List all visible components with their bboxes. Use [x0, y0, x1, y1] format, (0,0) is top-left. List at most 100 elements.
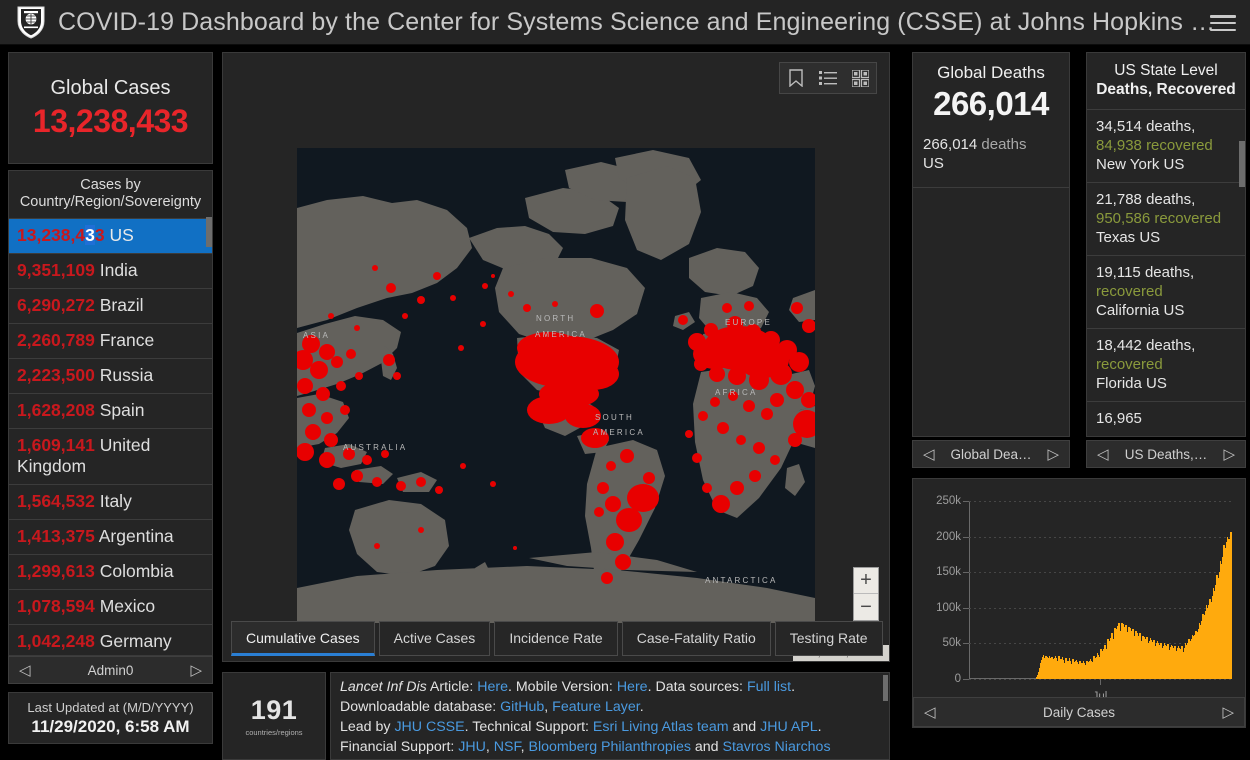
credits-scrollbar[interactable]: [883, 675, 888, 701]
us-states-header: US State Level Deaths, Recovered: [1087, 53, 1245, 109]
previous-arrow-icon[interactable]: ◁: [1097, 447, 1109, 462]
map-tab-cumulative-cases[interactable]: Cumulative Cases: [231, 621, 375, 656]
map-tab-bar: Cumulative Cases Active Cases Incidence Ra…: [231, 621, 883, 656]
daily-cases-chart-panel: 050k100k150k200k250kJul ◁ Daily Cases ▷: [912, 478, 1246, 728]
credits-panel[interactable]: Lancet Inf Dis Article: Here. Mobile Ver…: [330, 672, 890, 760]
us-states-list-item[interactable]: 18,442 deaths, recovered Florida US: [1087, 328, 1245, 401]
next-arrow-icon[interactable]: ▷: [1047, 447, 1059, 462]
global-deaths-nav[interactable]: ◁ Global Dea… ▷: [912, 440, 1070, 468]
cases-list-item[interactable]: 2,223,500 Russia: [9, 358, 212, 393]
us-states-list-item[interactable]: 21,788 deaths, 950,586 recovered Texas US: [1087, 182, 1245, 255]
map-tab-active-cases[interactable]: Active Cases: [378, 621, 491, 656]
state-deaths-count: 21,788: [1096, 191, 1142, 208]
state-recovered-count: 84,938: [1096, 137, 1142, 154]
us-states-panel: US State Level Deaths, Recovered 34,514 …: [1086, 52, 1246, 437]
cases-list-scrollbar[interactable]: [206, 217, 212, 247]
cases-list-item[interactable]: 6,290,272 Brazil: [9, 288, 212, 323]
cases-list-item[interactable]: 9,351,109 India: [9, 253, 212, 288]
global-deaths-nav-label: Global Dea…: [950, 446, 1032, 462]
cases-list-item-name: Germany: [94, 631, 172, 651]
state-deaths-count: 34,514: [1096, 118, 1142, 135]
previous-arrow-icon[interactable]: ◁: [19, 663, 31, 678]
us-states-nav[interactable]: ◁ US Deaths,… ▷: [1086, 440, 1246, 468]
global-cases-card: Global Cases 13,238,433: [8, 52, 213, 164]
map-tab-testing-rate[interactable]: Testing Rate: [774, 621, 883, 656]
last-updated-card: Last Updated at (M/D/YYYY) 11/29/2020, 6…: [8, 692, 213, 744]
lancet-here-link[interactable]: Here: [477, 679, 508, 695]
cases-list-item-count: 1,078,594: [17, 596, 95, 616]
chart-y-tick-mark: [963, 501, 969, 502]
full-list-link[interactable]: Full list: [747, 679, 791, 695]
chart-nav[interactable]: ◁ Daily Cases ▷: [913, 697, 1245, 727]
last-updated-label: Last Updated at (M/D/YYYY): [27, 699, 194, 715]
left-sidebar: Global Cases 13,238,433 Cases by Country…: [8, 52, 213, 744]
map-panel[interactable]: ASIA NORTH AMERICA SOUTH AMERICA EUROPE …: [222, 52, 890, 662]
map-tab-case-fatality-ratio[interactable]: Case-Fatality Ratio: [621, 621, 771, 656]
bookmark-icon[interactable]: [780, 63, 812, 93]
feature-layer-link[interactable]: Feature Layer: [552, 699, 640, 715]
cases-list[interactable]: 13,238,433 US 9,351,109 India 6,290,272 Br…: [9, 218, 212, 654]
bloomberg-link[interactable]: Bloomberg Philanthropies: [528, 739, 690, 755]
us-states-list-item[interactable]: 34,514 deaths, 84,938 recovered New York …: [1087, 109, 1245, 182]
cases-list-item-name: US: [104, 225, 134, 245]
daily-cases-chart[interactable]: 050k100k150k200k250kJul: [936, 495, 1232, 703]
us-states-header-line2: Deaths, Recovered: [1096, 81, 1236, 98]
state-deaths-count: 19,115: [1096, 264, 1141, 281]
jhu-link[interactable]: JHU: [458, 739, 486, 755]
map-zoom-controls: + −: [853, 567, 879, 621]
cases-list-item[interactable]: 1,609,141 United Kingdom: [9, 428, 212, 484]
basemap-gallery-icon[interactable]: [844, 63, 876, 93]
global-cases-value: 13,238,433: [32, 102, 189, 139]
map-tab-incidence-rate[interactable]: Incidence Rate: [494, 621, 618, 656]
jhu-csse-link[interactable]: JHU CSSE: [394, 719, 464, 735]
previous-arrow-icon[interactable]: ◁: [924, 705, 936, 720]
chart-title: Daily Cases: [1042, 704, 1116, 720]
cases-list-item[interactable]: 1,078,594 Mexico: [9, 589, 212, 624]
cases-list-item-name: India: [94, 260, 138, 280]
jhu-apl-link[interactable]: JHU APL: [760, 719, 818, 735]
next-arrow-icon[interactable]: ▷: [190, 663, 202, 678]
github-link[interactable]: GitHub: [500, 699, 544, 715]
map-toolbar: [779, 62, 877, 94]
us-states-list-item[interactable]: 19,115 deaths, recovered California US: [1087, 255, 1245, 328]
cases-list-item[interactable]: 13,238,433 US: [9, 218, 212, 253]
hamburger-menu-icon[interactable]: [1210, 13, 1236, 33]
next-arrow-icon[interactable]: ▷: [1222, 705, 1234, 720]
us-states-header-line1: US State Level: [1114, 62, 1218, 79]
us-states-list-item[interactable]: 16,965: [1087, 401, 1245, 436]
mobile-here-link[interactable]: Here: [617, 679, 648, 695]
cases-list-nav[interactable]: ◁ Admin0 ▷: [8, 656, 213, 684]
global-deaths-row[interactable]: 266,014 deaths US: [913, 123, 1069, 188]
cases-list-item[interactable]: 1,413,375 Argentina: [9, 519, 212, 554]
state-deaths-count: 16,965: [1096, 410, 1142, 427]
cases-list-item[interactable]: 1,564,532 Italy: [9, 484, 212, 519]
esri-living-atlas-link[interactable]: Esri Living Atlas team: [593, 719, 729, 735]
chart-y-tick-label: 100k: [936, 601, 961, 614]
last-updated-value: 11/29/2020, 6:58 AM: [31, 716, 190, 736]
cases-list-item[interactable]: 1,042,248 Germany: [9, 624, 212, 654]
johns-hopkins-shield-logo: [17, 6, 45, 39]
legend-icon[interactable]: [812, 63, 844, 93]
nsf-link[interactable]: NSF: [494, 739, 521, 755]
global-deaths-detail-word: deaths: [981, 136, 1027, 153]
world-map[interactable]: ASIA NORTH AMERICA SOUTH AMERICA EUROPE …: [297, 148, 815, 623]
us-states-scrollbar[interactable]: [1239, 141, 1245, 187]
chart-y-tick-mark: [963, 572, 969, 574]
cases-list-nav-label: Admin0: [87, 662, 134, 678]
chart-y-tick-mark: [963, 679, 969, 680]
global-deaths-value: 266,014: [933, 85, 1049, 122]
app-header: COVID-19 Dashboard by the Center for Sys…: [0, 0, 1250, 45]
us-states-list[interactable]: 34,514 deaths, 84,938 recovered New York …: [1087, 109, 1245, 436]
chart-gridline: [969, 572, 1231, 574]
chart-y-tick-label: 50k: [942, 637, 961, 650]
cases-list-item[interactable]: 2,260,789 France: [9, 323, 212, 358]
previous-arrow-icon[interactable]: ◁: [923, 447, 935, 462]
zoom-out-button[interactable]: −: [854, 594, 878, 620]
cases-list-item[interactable]: 1,299,613 Colombia: [9, 554, 212, 589]
cases-list-item[interactable]: 1,628,208 Spain: [9, 393, 212, 428]
cases-list-item-count: 6,290,272: [17, 295, 95, 315]
cases-list-item-name: Brazil: [94, 295, 144, 315]
zoom-in-button[interactable]: +: [854, 568, 878, 594]
next-arrow-icon[interactable]: ▷: [1223, 447, 1235, 462]
chart-y-tick-label: 200k: [936, 530, 961, 543]
